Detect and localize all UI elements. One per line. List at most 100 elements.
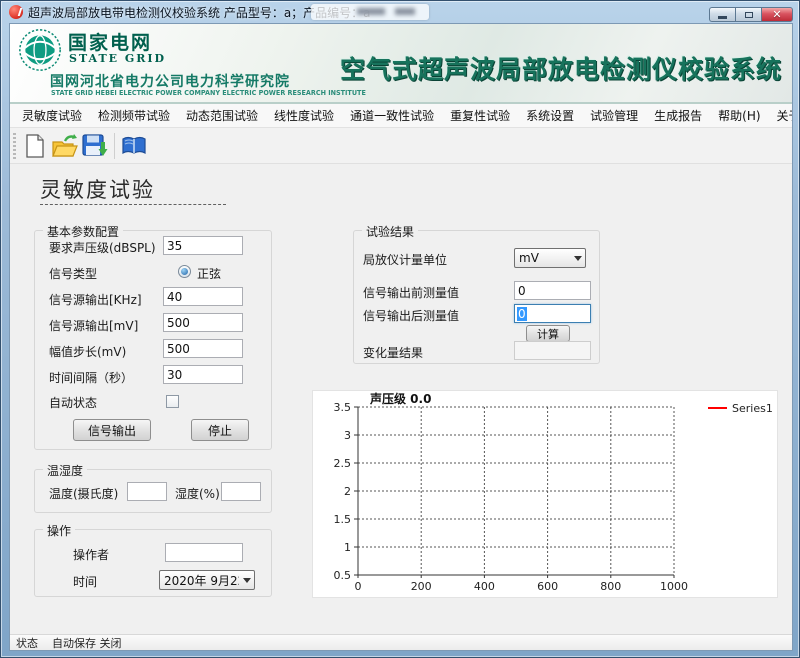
- menu-channel-consistency-test[interactable]: 通道一致性试验: [342, 104, 442, 127]
- humidity-input[interactable]: [221, 482, 261, 501]
- menu-linearity-test[interactable]: 线性度试验: [266, 104, 342, 127]
- svg-text:400: 400: [474, 580, 495, 593]
- svg-text:1000: 1000: [660, 580, 688, 593]
- minimize-button[interactable]: [709, 7, 735, 22]
- step-input[interactable]: [163, 339, 243, 358]
- sound-pressure-label: 要求声压级(dBSPL): [49, 239, 156, 256]
- brand-name-cn: 国家电网: [68, 28, 152, 55]
- svg-text:3: 3: [344, 429, 351, 442]
- test-result-group-label: 试验结果: [362, 223, 418, 240]
- calculate-button[interactable]: 计算: [526, 325, 570, 342]
- before-measure-input[interactable]: [514, 281, 591, 300]
- date-picker-value: 2020年 9月22日: [160, 572, 239, 589]
- status-state: 状态: [16, 635, 38, 651]
- svg-text:声压级 0.0: 声压级 0.0: [369, 391, 431, 406]
- svg-text:600: 600: [537, 580, 558, 593]
- menu-dynamic-range-test[interactable]: 动态范围试验: [178, 104, 266, 127]
- menu-help[interactable]: 帮助(H): [710, 104, 768, 127]
- chevron-down-icon: [239, 571, 254, 589]
- temp-humidity-group: 温湿度 温度(摄氏度) 湿度(%): [34, 469, 272, 513]
- header-banner: 国家电网 STATE GRID 国网河北省电力公司电力科学研究院 STATE G…: [10, 24, 792, 104]
- time-label: 时间: [73, 573, 97, 590]
- state-grid-logo: [18, 28, 62, 72]
- save-button[interactable]: [80, 131, 110, 161]
- toolbar-separator: [114, 133, 115, 159]
- source-mv-input[interactable]: [163, 313, 243, 332]
- after-measure-label: 信号输出后测量值: [363, 307, 459, 324]
- delta-result-output: [514, 341, 591, 360]
- operator-input[interactable]: [165, 543, 243, 562]
- save-icon: [82, 134, 108, 158]
- source-freq-input[interactable]: [163, 287, 243, 306]
- menu-repeatability-test[interactable]: 重复性试验: [442, 104, 518, 127]
- after-measure-input[interactable]: 0: [514, 304, 591, 323]
- chevron-down-icon: [570, 249, 585, 267]
- menu-system-settings[interactable]: 系统设置: [518, 104, 582, 127]
- svg-text:0: 0: [355, 580, 362, 593]
- menu-generate-report[interactable]: 生成报告: [646, 104, 710, 127]
- after-measure-selected-text: 0: [517, 307, 527, 321]
- help-book-button[interactable]: [119, 131, 149, 161]
- sine-radio-label: 正弦: [197, 265, 221, 282]
- step-label: 幅值步长(mV): [49, 343, 126, 360]
- brand-name-en: STATE GRID: [69, 52, 166, 65]
- new-file-button[interactable]: [20, 131, 50, 161]
- menu-about[interactable]: 关于(A): [769, 104, 793, 127]
- svg-text:0.5: 0.5: [334, 569, 352, 582]
- new-file-icon: [24, 134, 46, 158]
- maximize-button[interactable]: [735, 7, 761, 22]
- svg-text:2: 2: [344, 485, 351, 498]
- svg-text:1.5: 1.5: [334, 513, 352, 526]
- date-picker[interactable]: 2020年 9月22日: [159, 570, 255, 590]
- temp-humidity-group-label: 温湿度: [43, 462, 87, 479]
- menu-sensitivity-test[interactable]: 灵敏度试验: [14, 104, 90, 127]
- source-freq-label: 信号源输出[KHz]: [49, 291, 142, 308]
- status-bar: 状态 自动保存 关闭: [10, 634, 792, 650]
- menu-detection-band-test[interactable]: 检测频带试验: [90, 104, 178, 127]
- book-icon: [121, 135, 147, 157]
- sound-pressure-chart: 020040060080010000.511.522.533.5声压级 0.0S…: [312, 390, 778, 598]
- svg-text:1: 1: [344, 541, 351, 554]
- operation-group-label: 操作: [43, 522, 75, 539]
- sine-radio[interactable]: [178, 265, 191, 278]
- app-icon: [9, 5, 23, 19]
- svg-text:200: 200: [411, 580, 432, 593]
- humidity-label: 湿度(%): [175, 485, 220, 502]
- unit-dropdown-value: mV: [515, 251, 570, 265]
- operation-group: 操作 操作者 时间 2020年 9月22日: [34, 529, 272, 597]
- interval-input[interactable]: [163, 365, 243, 384]
- signal-output-button[interactable]: 信号输出: [73, 419, 151, 441]
- open-folder-icon: [52, 134, 78, 158]
- title-bar[interactable]: 超声波局部放电带电检测仪校验系统 产品型号：a；产品编号：a ✕: [1, 1, 799, 23]
- menu-bar: 灵敏度试验 检测频带试验 动态范围试验 线性度试验 通道一致性试验 重复性试验 …: [10, 104, 792, 128]
- redacted-text-blur: [311, 4, 429, 20]
- temperature-label: 温度(摄氏度): [49, 485, 118, 502]
- organization-name-en: STATE GRID HEBEI ELECTRIC POWER COMPANY …: [51, 89, 366, 97]
- temperature-input[interactable]: [127, 482, 167, 501]
- stop-button[interactable]: 停止: [191, 419, 249, 441]
- open-file-button[interactable]: [50, 131, 80, 161]
- signal-type-label: 信号类型: [49, 265, 97, 282]
- app-window: 超声波局部放电带电检测仪校验系统 产品型号：a；产品编号：a ✕ 国家电网 ST…: [0, 0, 800, 658]
- operator-label: 操作者: [73, 546, 109, 563]
- toolbar-grip: [13, 133, 16, 159]
- basic-params-group-label: 基本参数配置: [43, 223, 123, 240]
- delta-result-label: 变化量结果: [363, 344, 423, 361]
- page-title-underline: [40, 204, 226, 205]
- source-mv-label: 信号源输出[mV]: [49, 317, 138, 334]
- main-content: 灵敏度试验 基本参数配置 要求声压级(dBSPL) 信号类型 正弦 信号源输出[…: [10, 164, 792, 634]
- chart-canvas: 020040060080010000.511.522.533.5声压级 0.0S…: [313, 391, 779, 599]
- system-title: 空气式超声波局部放电检测仪校验系统: [340, 50, 782, 86]
- close-button[interactable]: ✕: [761, 7, 793, 22]
- svg-text:Series1: Series1: [732, 402, 773, 415]
- unit-dropdown[interactable]: mV: [514, 248, 586, 268]
- unit-label: 局放仪计量单位: [363, 251, 447, 268]
- before-measure-label: 信号输出前测量值: [363, 284, 459, 301]
- svg-text:3.5: 3.5: [334, 401, 352, 414]
- sound-pressure-input[interactable]: [163, 236, 243, 255]
- auto-state-label: 自动状态: [49, 394, 97, 411]
- menu-test-management[interactable]: 试验管理: [582, 104, 646, 127]
- status-autosave: 自动保存 关闭: [52, 635, 122, 651]
- page-title: 灵敏度试验: [40, 174, 155, 204]
- auto-state-checkbox[interactable]: [166, 395, 179, 408]
